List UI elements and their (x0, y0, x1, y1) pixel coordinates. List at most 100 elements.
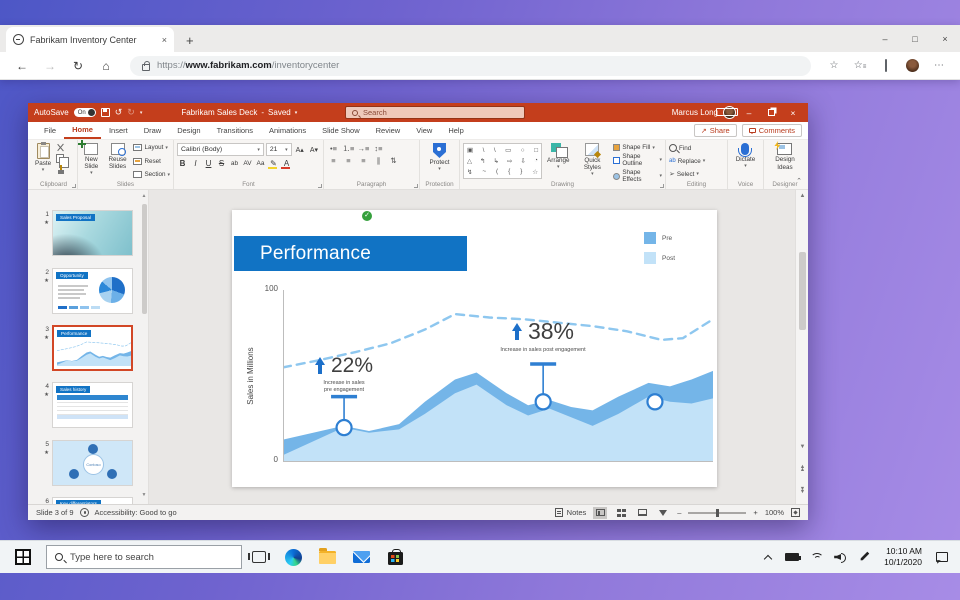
battery-icon[interactable] (780, 541, 804, 574)
reuse-slides-button[interactable]: Reuse Slides (105, 143, 131, 180)
scroll-up-icon[interactable]: ▲ (796, 193, 808, 199)
new-slide-button[interactable]: New Slide▾ (81, 143, 102, 180)
find-button[interactable]: Find (669, 144, 705, 152)
align-left-icon[interactable]: ≡ (327, 156, 340, 165)
tab-home[interactable]: Home (64, 122, 101, 139)
text-direction-icon[interactable]: ⇅ (387, 156, 400, 165)
decrease-font-icon[interactable]: A▾ (308, 146, 320, 154)
arrange-button[interactable]: Arrange▾ (545, 143, 571, 180)
editor-scrollbar[interactable]: ▲ ▼ ▲▲ ▼▼ (795, 190, 808, 504)
italic-button[interactable]: I (190, 159, 201, 168)
browser-minimize-button[interactable]: – (870, 34, 900, 44)
copy-icon[interactable] (56, 154, 64, 163)
slide-title[interactable]: Performance (234, 236, 467, 271)
tab-animations[interactable]: Animations (261, 123, 314, 138)
drawing-dialog-launcher-icon[interactable] (660, 184, 664, 188)
slide-thumbnail-5[interactable]: 5★ Contoso (52, 440, 133, 486)
slide-thumbnail-3-selected[interactable]: 3★ Performance (52, 325, 133, 371)
ppt-close-button[interactable]: × (782, 108, 804, 118)
tab-help[interactable]: Help (440, 123, 471, 138)
ppt-search-input[interactable] (363, 108, 518, 117)
slide-sorter-view-button[interactable] (614, 507, 628, 519)
wifi-icon[interactable] (804, 541, 828, 574)
tab-draw[interactable]: Draw (136, 123, 170, 138)
text-shadow-button[interactable]: ab (229, 160, 240, 167)
add-favorite-icon[interactable]: ☆ (823, 60, 845, 71)
quick-styles-button[interactable]: Quick Styles▾ (574, 143, 610, 180)
new-tab-button[interactable]: + (186, 33, 194, 52)
zoom-out-button[interactable]: – (677, 508, 681, 517)
taskbar-clock[interactable]: 10:10 AM10/1/2020 (876, 546, 930, 567)
ppt-minimize-button[interactable]: – (738, 108, 760, 118)
collapse-ribbon-icon[interactable]: ⌃ (796, 177, 802, 185)
format-painter-icon[interactable] (56, 165, 65, 174)
undo-button[interactable]: ↺ (115, 107, 123, 118)
shape-fill-button[interactable]: Shape Fill▾ (613, 144, 662, 151)
autosave-toggle[interactable]: On (74, 108, 96, 117)
back-button[interactable]: ← (10, 59, 34, 73)
tab-design[interactable]: Design (169, 123, 208, 138)
mail-button[interactable] (344, 541, 378, 574)
favorites-list-icon[interactable]: ☆≡ (849, 60, 871, 71)
columns-icon[interactable]: ∥ (372, 156, 385, 165)
store-button[interactable] (378, 541, 412, 574)
zoom-slider[interactable] (688, 512, 746, 514)
design-ideas-button[interactable]: DesignIdeas (773, 143, 797, 180)
document-title[interactable]: Fabrikam Sales Deck - Saved ▾ (181, 108, 297, 117)
tab-transitions[interactable]: Transitions (209, 123, 261, 138)
ribbon-display-options-icon[interactable] (716, 108, 738, 118)
select-button[interactable]: ➢Select▾ (669, 170, 705, 178)
cut-icon[interactable] (56, 143, 65, 152)
tab-file[interactable]: File (36, 123, 64, 138)
underline-button[interactable]: U (203, 159, 214, 168)
taskbar-search-box[interactable] (46, 545, 242, 569)
browser-close-button[interactable]: × (930, 34, 960, 44)
tab-view[interactable]: View (408, 123, 440, 138)
browser-settings-icon[interactable]: ⋯ (928, 60, 950, 71)
bullets-icon[interactable]: •≡ (327, 144, 340, 153)
zoom-slider-knob[interactable] (716, 509, 719, 517)
zoom-level[interactable]: 100% (765, 508, 784, 517)
notes-button[interactable]: Notes (555, 508, 587, 517)
line-spacing-icon[interactable]: ↕≡ (372, 144, 385, 153)
slide-thumbnail-4[interactable]: 4★ Sales history (52, 382, 133, 428)
scroll-down-icon[interactable]: ▼ (140, 492, 148, 498)
numbering-icon[interactable]: ⒈≡ (342, 143, 355, 154)
font-size-select[interactable]: 21▾ (266, 143, 292, 156)
customize-qat-icon[interactable]: ▾ (140, 110, 143, 116)
next-slide-button[interactable]: ▼▼ (796, 488, 808, 494)
clipboard-dialog-launcher-icon[interactable] (72, 184, 76, 188)
replace-button[interactable]: abReplace▾ (669, 158, 705, 165)
font-name-select[interactable]: Calibri (Body)▾ (177, 143, 264, 156)
address-bar[interactable]: https://www.fabrikam.com/inventorycenter (130, 56, 811, 76)
windows-ink-pen-icon[interactable] (852, 541, 876, 574)
accessibility-status[interactable]: Accessibility: Good to go (95, 508, 177, 517)
home-button[interactable]: ⌂ (94, 59, 118, 73)
align-right-icon[interactable]: ≡ (357, 156, 370, 165)
task-view-button[interactable] (242, 541, 276, 574)
paragraph-dialog-launcher-icon[interactable] (414, 184, 418, 188)
annotation-22-percent[interactable]: 22% Increase in salespre engagement (284, 354, 404, 395)
tab-review[interactable]: Review (368, 123, 409, 138)
font-dialog-launcher-icon[interactable] (318, 184, 322, 188)
previous-slide-button[interactable]: ▲▲ (796, 466, 808, 472)
protect-button[interactable]: Protect▾ (428, 143, 452, 180)
scroll-down-icon[interactable]: ▼ (796, 444, 808, 450)
close-tab-icon[interactable]: × (162, 35, 167, 45)
ppt-restore-button[interactable] (760, 108, 782, 118)
refresh-button[interactable]: ↻ (66, 59, 90, 73)
share-button[interactable]: ↗Share (694, 124, 737, 137)
hidden-icons-button[interactable] (756, 541, 780, 574)
slide-thumbnail-1[interactable]: 1★ Sales Proposal (52, 210, 133, 256)
increase-font-icon[interactable]: A▴ (294, 146, 306, 154)
change-case-button[interactable]: Aa (255, 160, 266, 167)
tab-slide-show[interactable]: Slide Show (314, 123, 368, 138)
slide-canvas[interactable]: ✓ Performance Pre Post 100 0 Sales in Mi… (232, 210, 717, 487)
normal-view-button[interactable] (593, 507, 607, 519)
strikethrough-button[interactable]: S (216, 159, 227, 168)
zoom-in-button[interactable]: + (753, 508, 757, 517)
comments-button[interactable]: Comments (742, 124, 802, 137)
collections-icon[interactable] (875, 60, 897, 71)
slide-thumbnail-6[interactable]: 6 Key differentiators (52, 497, 133, 504)
shape-gallery[interactable]: ▣\\▭○□ △↰↳⇨⇩◔ ↯~({}☆ (463, 143, 542, 179)
